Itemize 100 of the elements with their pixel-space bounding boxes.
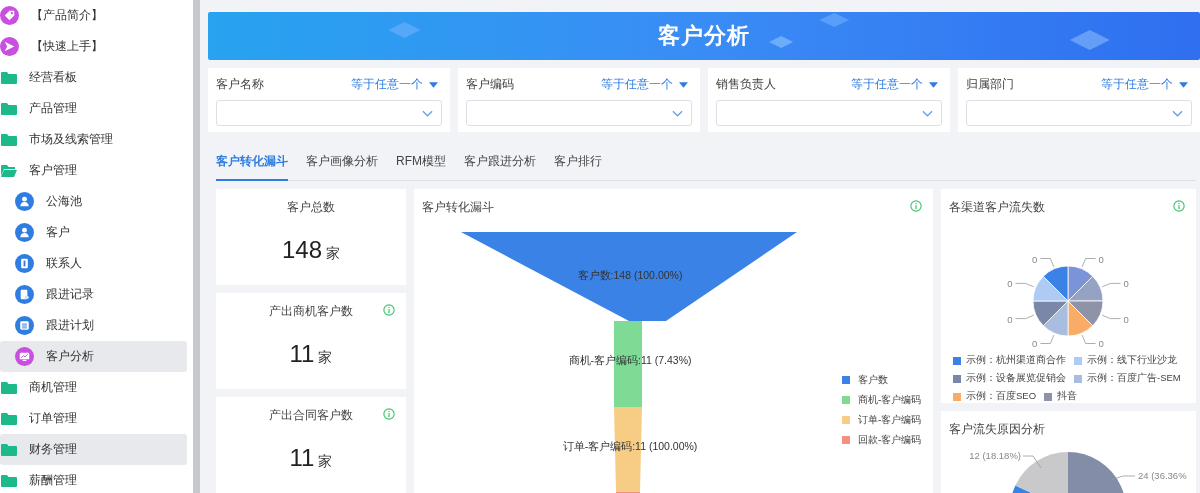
person-icon — [15, 192, 34, 211]
sidebar-item[interactable]: 订单管理 — [0, 403, 187, 434]
sidebar-item[interactable]: 联系人 — [0, 248, 187, 279]
caret-icon — [1179, 81, 1188, 88]
sidebar-item[interactable]: 商机管理 — [0, 372, 187, 403]
caret-icon — [429, 81, 438, 88]
slice-label: 0 — [1032, 338, 1038, 350]
select-field[interactable] — [216, 100, 442, 126]
legend-label: 示例：百度SEO — [966, 390, 1037, 403]
stat-unit: 家 — [326, 245, 340, 263]
folder-icon — [1, 71, 17, 84]
tab[interactable]: 客户跟进分析 — [464, 145, 536, 181]
operator-dropdown[interactable]: 等于任意一个 — [851, 76, 938, 93]
caret-icon — [679, 81, 688, 88]
chevron-down-icon — [422, 109, 433, 117]
contact-icon — [15, 254, 34, 273]
leader-line — [1101, 283, 1121, 288]
filter-label: 归属部门 — [966, 76, 1014, 93]
legend-label: 回款-客户编码 — [858, 433, 922, 447]
sidebar-item[interactable]: 产品管理 — [0, 93, 187, 124]
sidebar-item[interactable]: 【快速上手】 — [0, 31, 187, 62]
folder-icon — [1, 102, 17, 115]
stat-value: 11 — [289, 340, 315, 368]
stat-value: 148 — [281, 236, 322, 264]
tab[interactable]: 客户画像分析 — [306, 145, 378, 181]
legend-label: 示例：杭州渠道商合作 — [966, 354, 1066, 367]
legend-label: 示例：线下行业沙龙 — [1087, 354, 1177, 367]
legend-label: 示例：百度广告-SEM — [1087, 372, 1181, 385]
record-icon — [15, 285, 34, 304]
chevron-down-icon — [672, 109, 683, 117]
info-icon[interactable] — [910, 200, 922, 212]
folder-icon — [1, 474, 17, 487]
leader-line — [1040, 258, 1055, 268]
select-field[interactable] — [466, 100, 692, 126]
scrollbar[interactable] — [193, 0, 200, 493]
sidebar-item[interactable]: 跟进计划 — [0, 310, 187, 341]
filter-label: 销售负责人 — [716, 76, 776, 93]
legend-label: 示例：设备展览促销会 — [966, 372, 1066, 385]
sidebar-item[interactable]: 市场及线索管理 — [0, 124, 187, 155]
plan-icon — [15, 316, 34, 335]
sidebar-item[interactable]: 财务管理 — [0, 434, 187, 465]
slice-label: 0 — [1032, 253, 1038, 265]
person-icon — [15, 223, 34, 242]
select-field[interactable] — [966, 100, 1192, 126]
folder-icon — [1, 133, 17, 146]
analysis-icon — [15, 347, 34, 366]
caret-icon — [929, 81, 938, 88]
leader-line — [1110, 475, 1136, 481]
leader-line — [1040, 334, 1055, 344]
card-title: 客户转化漏斗 — [422, 199, 494, 216]
funnel-label: 客户数:148 (100.00%) — [577, 269, 683, 281]
operator-dropdown[interactable]: 等于任意一个 — [601, 76, 688, 93]
stat-value: 11 — [289, 444, 315, 472]
slice-label: 0 — [1123, 278, 1129, 290]
leader-line — [1022, 455, 1042, 469]
filter-label: 客户名称 — [216, 76, 264, 93]
stat-unit: 家 — [318, 453, 333, 471]
folder-icon — [1, 164, 17, 177]
slice-label: 0 — [1007, 313, 1013, 325]
info-icon[interactable] — [383, 304, 395, 316]
info-icon[interactable] — [383, 408, 395, 420]
leader-line — [1015, 314, 1035, 319]
chevron-down-icon — [1172, 109, 1183, 117]
legend-label: 订单-客户编码 — [858, 413, 922, 427]
folder-icon — [1, 412, 17, 425]
tab[interactable]: 客户排行 — [554, 145, 602, 181]
stat-title: 客户总数 — [287, 199, 335, 216]
tab[interactable]: RFM模型 — [396, 145, 446, 181]
filter-label: 客户编码 — [466, 76, 514, 93]
page-title: 客户分析 — [658, 22, 750, 50]
select-field[interactable] — [716, 100, 942, 126]
operator-dropdown[interactable]: 等于任意一个 — [1101, 76, 1188, 93]
sidebar-item[interactable]: 客户管理 — [0, 155, 187, 186]
operator-dropdown[interactable]: 等于任意一个 — [351, 76, 438, 93]
slice-label: 0 — [1098, 338, 1104, 350]
slice-label: 0 — [1098, 253, 1104, 265]
leader-line — [1101, 314, 1121, 319]
sidebar-item[interactable]: 客户分析 — [0, 341, 187, 372]
stat-unit: 家 — [318, 349, 333, 367]
sidebar-item[interactable]: 公海池 — [0, 186, 187, 217]
sidebar-item[interactable]: 【产品简介】 — [0, 0, 187, 31]
info-icon[interactable] — [1173, 200, 1185, 212]
sidebar-item[interactable]: 薪酬管理 — [0, 465, 187, 493]
folder-icon — [1, 443, 17, 456]
sidebar-item[interactable]: 跟进记录 — [0, 279, 187, 310]
leader-line — [1081, 334, 1096, 344]
card-title: 各渠道客户流失数 — [949, 199, 1045, 216]
legend-label: 抖音 — [1057, 390, 1078, 403]
tab[interactable]: 客户转化漏斗 — [216, 145, 288, 181]
sidebar-item[interactable]: 经营看板 — [0, 62, 187, 93]
chevron-down-icon — [922, 109, 933, 117]
slice-label: 0 — [1123, 313, 1129, 325]
sidebar-item[interactable]: 客户 — [0, 217, 187, 248]
slice-label: 12 (18.18%) — [969, 450, 1021, 461]
slice-label: 24 (36.36% — [1138, 470, 1187, 481]
slice-label: 0 — [1007, 278, 1013, 290]
stat-title: 产出商机客户数 — [269, 303, 353, 320]
leader-line — [1081, 258, 1096, 268]
legend-label: 客户数 — [858, 373, 888, 387]
legend-label: 商机-客户编码 — [858, 393, 922, 407]
